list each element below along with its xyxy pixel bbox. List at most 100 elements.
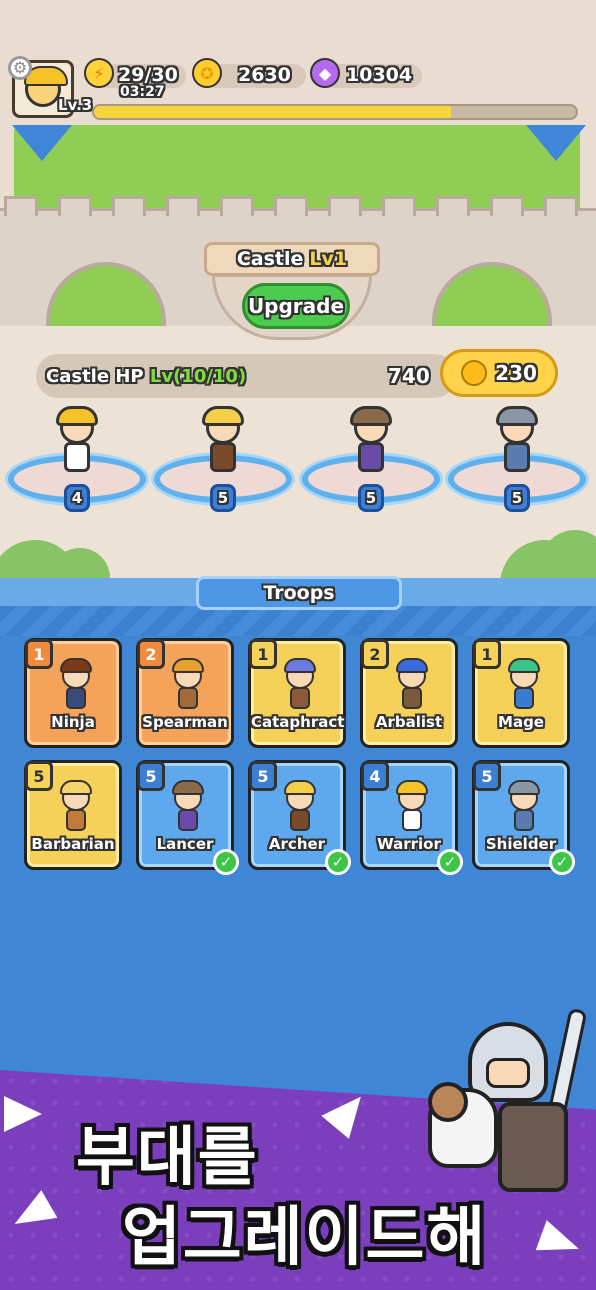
troop-body [178,687,198,709]
troop-hair [284,658,316,673]
troop-level-badge: 1 [249,639,277,669]
troop-name: Ninja [51,713,95,731]
troop-sprite [169,658,207,711]
troop-name: Cataphract [251,713,345,731]
wall-crenel [490,196,524,216]
troop-hair [508,658,540,673]
hero-body [210,442,236,472]
spike-decoration [4,1096,42,1132]
troop-card-barbarian[interactable]: 5 Barbarian [24,760,122,870]
troop-sprite [57,780,95,833]
hp-upgrade-button[interactable]: 230 [440,349,558,397]
troop-name: Spearman [142,713,228,731]
castle-level: Lv1 [309,248,348,270]
hero-body [504,442,530,472]
promo-headline-line2: 업그레이드해 [122,1201,488,1275]
troop-sprite [281,780,319,833]
troop-level-badge: 5 [249,761,277,791]
avatar-face [24,66,68,107]
troop-card-ninja[interactable]: 1 Ninja [24,638,122,748]
wall-crenel [220,196,254,216]
promo-headline-line1: 부대를 [76,1121,259,1195]
troop-sprite [393,780,431,833]
upgrade-button[interactable]: Upgrade [242,283,350,329]
corner-decoration [526,125,586,161]
wall-crenel [328,196,362,216]
hero-hair [202,406,244,426]
troop-card-lancer[interactable]: 5 Lancer ✓ [136,760,239,875]
player-level: Lv.3 [58,96,93,114]
mascot-face [486,1058,530,1088]
gold-value: 2630 [238,64,291,86]
troop-name: Barbarian [31,835,115,853]
troop-sprite [281,658,319,711]
troop-body [178,809,198,831]
troop-hair [172,658,204,673]
troop-hair [172,780,204,795]
wall-crenel [4,196,38,216]
hp-upgrade-cost: 230 [495,361,537,385]
troop-card-mage[interactable]: 1 Mage [472,638,570,748]
hero-level-badge: 4 [64,484,90,512]
troop-card-shielder[interactable]: 5 Shielder ✓ [472,760,575,875]
hero-level-badge: 5 [358,484,384,512]
gear-icon[interactable]: ⚙ [8,56,32,80]
troop-body [514,687,534,709]
troop-body [290,687,310,709]
troop-body [402,687,422,709]
hero-hair [496,406,538,426]
troop-level-badge: 4 [361,761,389,791]
troop-name: Archer [268,835,326,853]
troop-name: Shielder [485,835,557,853]
castle-title-plate: Castle Lv1 [204,242,380,276]
troop-level-badge: 1 [25,639,53,669]
ram-horn [428,1082,468,1122]
wall-crenel [436,196,470,216]
check-icon: ✓ [437,849,463,875]
castle-title: Castle [236,248,304,270]
troops-header: Troops [196,576,402,610]
troop-level-badge: 2 [137,639,165,669]
hero-lancer[interactable] [348,406,394,478]
castle-hp-level: Lv(10/10) [149,366,247,387]
troop-hair [60,780,92,795]
hero-level-badge: 5 [210,484,236,512]
wall-crenel [382,196,416,216]
troop-hair [284,780,316,795]
troop-hair [396,658,428,673]
castle-hp-text: Castle HP [46,366,144,387]
hero-warrior[interactable] [54,406,100,478]
gold-coin-icon[interactable]: ✪ [192,58,222,88]
troop-sprite [393,658,431,711]
troop-card-cataphract[interactable]: 1 Cataphract [248,638,346,748]
xp-bar-fill [94,106,451,118]
energy-value: 29/30 [118,64,178,86]
hero-hair [350,406,392,426]
troops-pattern [0,606,596,636]
wall-crenel [544,196,578,216]
troop-card-warrior[interactable]: 4 Warrior ✓ [360,760,463,875]
troop-hair [396,780,428,795]
troop-hair [508,780,540,795]
gem-icon[interactable]: ◆ [310,58,340,88]
troop-level-badge: 5 [473,761,501,791]
troop-body [290,809,310,831]
troop-sprite [505,658,543,711]
troop-card-archer[interactable]: 5 Archer ✓ [248,760,351,875]
troop-body [66,687,86,709]
troop-card-arbalist[interactable]: 2 Arbalist [360,638,458,748]
troop-card-spearman[interactable]: 2 Spearman [136,638,234,748]
hero-level-badge: 5 [504,484,530,512]
gold-coin-icon [461,360,488,386]
troop-level-badge: 2 [361,639,389,669]
troop-name: Lancer [156,835,214,853]
energy-timer: 03:27 [120,84,165,100]
energy-icon[interactable]: ⚡ [84,58,114,88]
hero-shielder[interactable] [494,406,540,478]
troop-level-badge: 5 [137,761,165,791]
wall-crenel [58,196,92,216]
troop-hair [60,658,92,673]
hero-hair [56,406,98,426]
check-icon: ✓ [549,849,575,875]
hero-archer[interactable] [200,406,246,478]
